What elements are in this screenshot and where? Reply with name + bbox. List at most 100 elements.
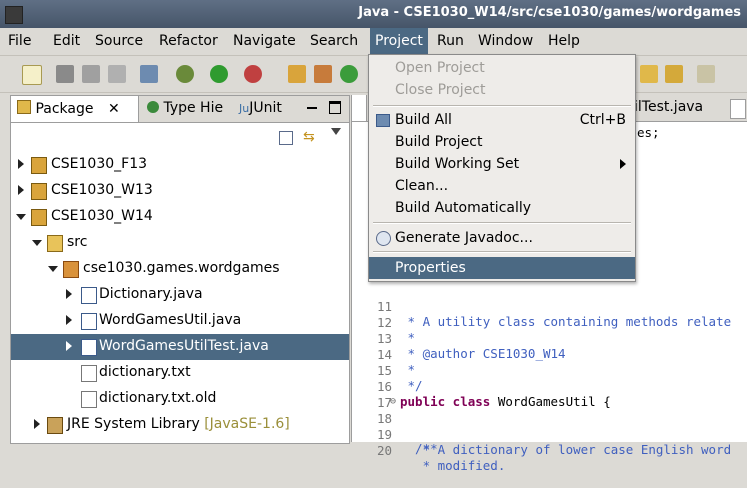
menu-item-label: Properties — [395, 260, 466, 276]
forward-icon[interactable] — [697, 65, 715, 83]
tree-item[interactable]: Dictionary.java — [11, 282, 349, 308]
tree-item-label-group: JRE System Library [JavaSE-1.6] — [67, 416, 290, 432]
menu-refactor[interactable]: Refactor — [159, 33, 218, 49]
project-menu-dropdown: Open Project Close Project Build All Ctr… — [368, 54, 636, 282]
code-fragment: es; — [637, 125, 660, 140]
package-explorer-view: Package ✕ Type Hie JuJUnit ⇆ CSE1030_F13… — [10, 95, 350, 444]
project-icon — [31, 157, 47, 174]
view-menu-icon[interactable] — [331, 128, 341, 135]
menu-source[interactable]: Source — [95, 33, 143, 49]
save-all-icon[interactable] — [82, 65, 100, 83]
tree-item-label: WordGamesUtilTest.java — [99, 338, 269, 354]
code-line: 19 * A dictionary of lower case English … — [352, 412, 731, 457]
minimize-icon[interactable] — [307, 107, 317, 109]
collapse-icon[interactable] — [16, 214, 26, 220]
menu-item-label: Build All — [395, 112, 452, 128]
expand-icon[interactable] — [18, 159, 24, 169]
menu-build-working-set[interactable]: Build Working Set — [369, 153, 635, 175]
save-icon[interactable] — [56, 65, 74, 83]
binary-icon[interactable] — [140, 65, 158, 83]
tree-item[interactable]: CSE1030_W13 — [11, 178, 349, 204]
menu-build-automatically[interactable]: Build Automatically — [369, 197, 635, 219]
print-icon[interactable] — [108, 65, 126, 83]
tree-item[interactable]: JRE System Library [JavaSE-1.6] — [11, 412, 349, 438]
tree-item[interactable]: CSE1030_W14 — [11, 204, 349, 230]
tree-item-selected[interactable]: WordGamesUtilTest.java — [11, 334, 349, 360]
tree-item[interactable]: CSE1030_F13 — [11, 152, 349, 178]
expand-icon[interactable] — [18, 185, 24, 195]
tree-item[interactable]: WordGamesUtil.java — [11, 308, 349, 334]
code-line: 15 */ — [352, 348, 423, 393]
expand-icon[interactable] — [66, 341, 72, 351]
close-icon[interactable]: ✕ — [108, 101, 120, 117]
code-text: * A utility class containing methods rel… — [400, 314, 732, 329]
menu-build-all[interactable]: Build All Ctrl+B — [369, 109, 635, 131]
menu-separator — [373, 105, 631, 107]
menu-properties[interactable]: Properties — [369, 257, 635, 279]
window-menu-icon[interactable] — [5, 6, 23, 24]
project-icon — [31, 209, 47, 226]
new-java-project-icon[interactable] — [288, 65, 306, 83]
expand-icon[interactable] — [66, 289, 72, 299]
code-line: 12 * — [352, 300, 415, 345]
menu-generate-javadoc[interactable]: Generate Javadoc... — [369, 227, 635, 249]
new-icon[interactable] — [22, 65, 42, 85]
debug-icon[interactable] — [176, 65, 194, 83]
text-file-icon — [81, 365, 97, 382]
menu-item-label: Open Project — [395, 60, 485, 76]
code-line: 14 * — [352, 332, 415, 377]
run-icon[interactable] — [210, 65, 228, 83]
external-tools-icon[interactable] — [244, 65, 262, 83]
code-text: * — [400, 362, 416, 377]
tree-item[interactable]: dictionary.txt — [11, 360, 349, 386]
menu-close-project[interactable]: Close Project — [369, 79, 635, 101]
menu-search[interactable]: Search — [310, 33, 358, 49]
link-with-editor-icon[interactable]: ⇆ — [303, 130, 319, 144]
editor-tab-label[interactable]: ilTest.java — [634, 99, 703, 115]
tab-label: Type Hie — [163, 100, 224, 116]
menu-build-project[interactable]: Build Project — [369, 131, 635, 153]
menu-navigate[interactable]: Navigate — [233, 33, 296, 49]
new-class-icon[interactable] — [340, 65, 358, 83]
collapse-icon[interactable] — [48, 266, 58, 272]
last-edit-icon[interactable] — [640, 65, 658, 83]
project-icon — [31, 183, 47, 200]
menu-edit[interactable]: Edit — [53, 33, 80, 49]
code-line: 17 — [352, 380, 392, 410]
submenu-arrow-icon — [620, 159, 626, 169]
fold-icon[interactable]: ⊖ — [390, 396, 396, 407]
tree-item[interactable]: src — [11, 230, 349, 256]
expand-icon[interactable] — [66, 315, 72, 325]
menu-item-label: Clean... — [395, 178, 449, 194]
tree-item-label: JRE System Library — [67, 416, 200, 432]
tab-junit[interactable]: JuJUnit — [233, 96, 288, 122]
menu-help[interactable]: Help — [548, 33, 580, 49]
maximize-icon[interactable] — [329, 101, 341, 114]
back-icon[interactable] — [665, 65, 683, 83]
view-toolbar: ⇆ — [11, 123, 349, 151]
junit-icon: Ju — [239, 102, 250, 115]
editor-tab-java[interactable] — [730, 99, 746, 119]
source-folder-icon — [47, 235, 63, 252]
tab-type-hierarchy[interactable]: Type Hie — [141, 96, 229, 122]
menu-item-label: Build Project — [395, 134, 483, 150]
collapse-icon[interactable] — [32, 240, 42, 246]
new-package-icon[interactable] — [314, 65, 332, 83]
tree-item[interactable]: cse1030.games.wordgames — [11, 256, 349, 282]
menu-open-project[interactable]: Open Project — [369, 57, 635, 79]
java-file-icon — [81, 287, 97, 304]
package-explorer-icon — [17, 100, 31, 114]
menu-file[interactable]: File — [8, 33, 31, 49]
menu-run[interactable]: Run — [437, 33, 464, 49]
tab-package-explorer[interactable]: Package ✕ — [11, 96, 139, 122]
menu-project[interactable]: Project — [370, 28, 428, 55]
collapse-all-icon[interactable] — [279, 131, 293, 145]
menu-clean[interactable]: Clean... — [369, 175, 635, 197]
menu-window[interactable]: Window — [478, 33, 533, 49]
tree-item[interactable]: dictionary.txt.old — [11, 386, 349, 412]
expand-icon[interactable] — [34, 419, 40, 429]
tree-item-label: WordGamesUtil.java — [99, 312, 242, 328]
menu-separator — [373, 222, 631, 224]
editor-tab-other[interactable] — [352, 95, 367, 121]
code-text: */ — [400, 378, 423, 393]
